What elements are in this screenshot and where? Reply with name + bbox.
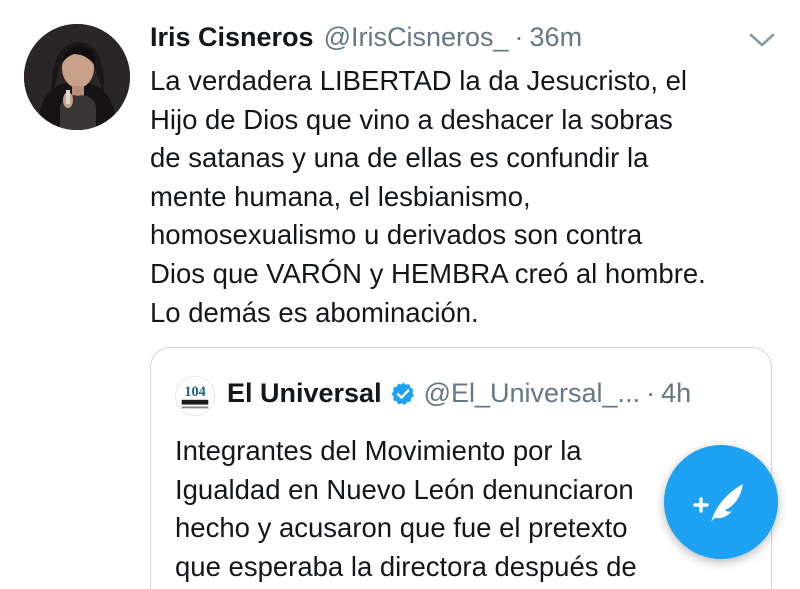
quoted-tweet-header: El Universal @El_Universal_... · 4h (227, 378, 691, 409)
author-name[interactable]: Iris Cisneros (150, 22, 314, 53)
avatar-image (24, 24, 130, 130)
tweet-text-line: Dios que VARÓN y HEMBRA creó al hombre. (150, 257, 706, 289)
verified-badge-icon (391, 382, 414, 405)
separator: · (514, 22, 524, 52)
separator: · (646, 378, 656, 408)
compose-feather-icon (693, 484, 743, 522)
tweet[interactable]: Iris Cisneros @IrisCisneros_ · 36m La ve… (0, 0, 800, 589)
timestamp[interactable]: 36m (530, 22, 583, 53)
quoted-avatar[interactable]: 104 (175, 376, 215, 416)
tweet-text-line: Lo demás es abominación. (150, 296, 479, 328)
quoted-author-name[interactable]: El Universal (227, 378, 382, 409)
tweet-text-line: homosexualismo u derivados son contra (150, 219, 643, 251)
tweet-header: Iris Cisneros @IrisCisneros_ · 36m (150, 22, 582, 58)
tweet-text-line: de satanas y una de ellas es confundir l… (150, 142, 649, 174)
quoted-author-handle[interactable]: @El_Universal_... (424, 378, 641, 409)
tweet-text: La verdadera LIBERTAD la da Jesucristo, … (150, 62, 780, 332)
quoted-text-line: que esperaba la directora después de (175, 550, 637, 582)
tweet-text-line: mente humana, el lesbianismo, (150, 180, 531, 212)
avatar[interactable] (24, 24, 130, 130)
tweet-text-line: La verdadera LIBERTAD la da Jesucristo, … (150, 65, 688, 96)
chevron-down-icon[interactable] (748, 30, 776, 50)
tweet-text-line: Hijo de Dios que vino a deshacer la sobr… (150, 103, 673, 135)
author-handle[interactable]: @IrisCisneros_ (324, 22, 509, 53)
quoted-timestamp[interactable]: 4h (661, 378, 691, 409)
svg-text:104: 104 (184, 384, 205, 400)
compose-tweet-button[interactable] (664, 445, 778, 559)
el-universal-logo-icon: 104 (176, 377, 214, 415)
